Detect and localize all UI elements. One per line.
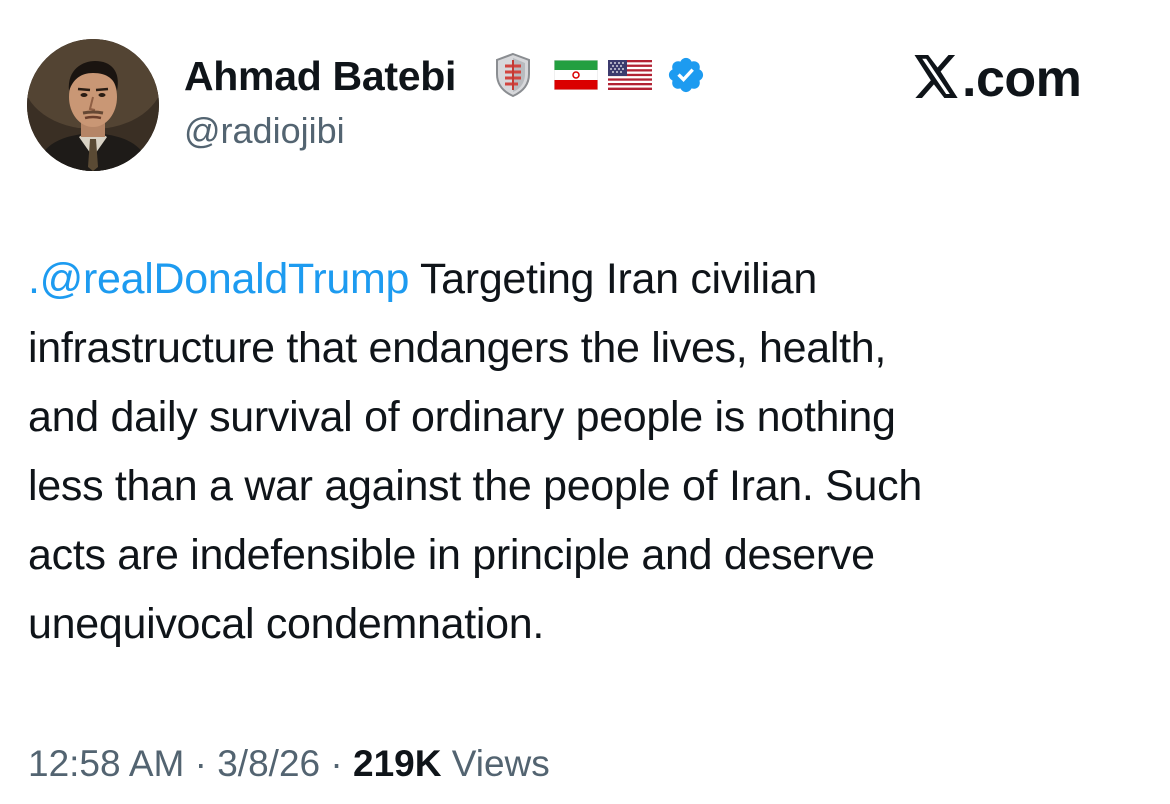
author-badges: [494, 52, 706, 103]
tweet-line: and daily survival of ordinary people is…: [28, 393, 896, 441]
views-count[interactable]: 219K: [353, 743, 441, 784]
us-flag-icon: [608, 59, 652, 95]
tweet-line: less than a war against the people of Ir…: [28, 462, 922, 510]
author-display-name[interactable]: Ahmad Batebi: [184, 50, 456, 102]
tweet-time[interactable]: 12:58 AM: [28, 743, 184, 784]
tweet-line-text: Targeting Iran civilian: [409, 255, 818, 303]
x-logo-icon: [912, 54, 960, 104]
iran-flag-icon: [553, 59, 599, 95]
tweet-text: .@realDonaldTrump Targeting Iran civilia…: [28, 245, 1148, 659]
brand-domain-text: .com: [962, 50, 1082, 108]
avatar-portrait: [27, 39, 159, 171]
tweet-line: infrastructure that endangers the lives,…: [28, 324, 887, 372]
meta-separator: ·: [320, 743, 353, 784]
tweet-date[interactable]: 3/8/26: [217, 743, 320, 784]
views-label: Views: [441, 743, 550, 784]
brand-watermark: .com: [912, 50, 1082, 108]
tweet-line: .@realDonaldTrump Targeting Iran civilia…: [28, 245, 1148, 314]
meta-separator: ·: [184, 743, 218, 784]
author-handle[interactable]: @radiojibi: [184, 108, 345, 154]
tweet-metadata: 12:58 AM · 3/8/26 · 219K Views: [28, 738, 550, 790]
tweet-line: acts are indefensible in principle and d…: [28, 531, 875, 579]
shield-badge-icon[interactable]: [494, 52, 532, 103]
verified-badge-icon[interactable]: [666, 55, 706, 100]
mention-link[interactable]: .@realDonaldTrump: [28, 255, 409, 303]
avatar[interactable]: [27, 39, 159, 171]
tweet-line: unequivocal condemnation.: [28, 600, 545, 648]
